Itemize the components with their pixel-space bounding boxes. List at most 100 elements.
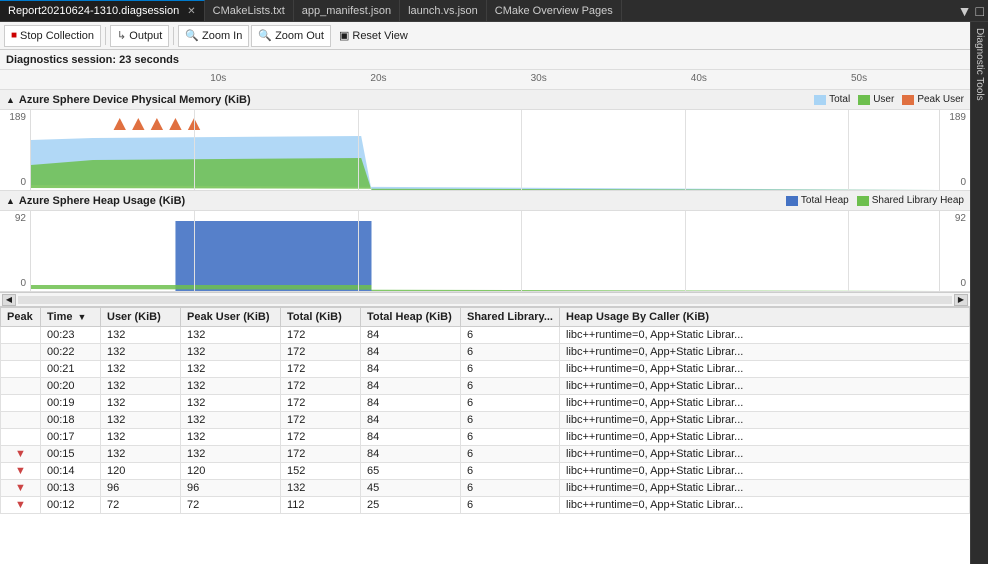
table-row: 00:21132132172846libc++runtime=0, App+St… (1, 361, 970, 378)
scroll-right-button[interactable]: ▶ (954, 294, 968, 306)
cell-user: 132 (101, 327, 181, 344)
cell-time: 00:20 (41, 378, 101, 395)
reset-view-icon: ▣ (339, 29, 349, 42)
chart-heap-usage: ▲ Azure Sphere Heap Usage (KiB) Total He… (0, 191, 970, 292)
stop-collection-button[interactable]: ■ Stop Collection (4, 25, 101, 47)
chart1-canvas[interactable] (30, 110, 940, 190)
col-header-total-heap[interactable]: Total Heap (KiB) (361, 308, 461, 327)
grid-line-h2 (358, 211, 359, 291)
cell-time: 00:15 (41, 446, 101, 463)
cell-total-heap: 84 (361, 327, 461, 344)
tab-label: CMakeLists.txt (213, 5, 285, 17)
table-row: ▼00:14120120152656libc++runtime=0, App+S… (1, 463, 970, 480)
chart1-collapse-button[interactable]: ▲ (6, 95, 15, 105)
cell-peak: ▼ (1, 463, 41, 480)
cell-total-heap: 84 (361, 395, 461, 412)
diagnostic-tools-sidebar: Diagnostic Tools (970, 22, 988, 564)
legend-item-peak-user: Peak User (902, 94, 964, 105)
cell-user: 72 (101, 497, 181, 514)
cell-time: 00:19 (41, 395, 101, 412)
cell-total: 172 (281, 361, 361, 378)
output-button[interactable]: ↳ Output (110, 25, 169, 47)
cell-user: 132 (101, 361, 181, 378)
tab-layout-button[interactable]: □ (976, 3, 984, 19)
cell-user: 132 (101, 412, 181, 429)
chart2-collapse-button[interactable]: ▲ (6, 196, 15, 206)
charts-area: 10s 20s 30s 40s 50s ▲ Azure Sphere Devic… (0, 70, 970, 307)
grid-line-h5 (848, 211, 849, 291)
col-header-total[interactable]: Total (KiB) (281, 308, 361, 327)
cell-heap-usage: libc++runtime=0, App+Static Librar... (560, 480, 970, 497)
cell-shared-lib: 6 (461, 480, 560, 497)
cell-total: 152 (281, 463, 361, 480)
chart2-y-axis-right: 92 0 (940, 211, 970, 291)
tab-cmake[interactable]: CMakeLists.txt (205, 0, 294, 21)
cell-peak-user: 132 (181, 378, 281, 395)
scroll-left-button[interactable]: ◀ (2, 294, 16, 306)
cell-total-heap: 84 (361, 412, 461, 429)
cell-peak (1, 412, 41, 429)
legend-label-shared-lib-heap: Shared Library Heap (872, 195, 964, 206)
col-header-heap-usage[interactable]: Heap Usage By Caller (KiB) (560, 308, 970, 327)
cell-peak: ▼ (1, 480, 41, 497)
legend-color-peak-user (902, 95, 914, 105)
table-row: 00:18132132172846libc++runtime=0, App+St… (1, 412, 970, 429)
legend-color-shared-lib-heap (857, 196, 869, 206)
scroll-track[interactable] (18, 296, 952, 304)
tab-label: launch.vs.json (408, 5, 478, 17)
col-header-time[interactable]: Time ▼ (41, 308, 101, 327)
zoom-in-label: Zoom In (202, 30, 242, 42)
chart2-body: 92 0 (0, 211, 970, 291)
chart2-canvas[interactable] (30, 211, 940, 291)
cell-total: 172 (281, 327, 361, 344)
zoom-in-button[interactable]: 🔍 Zoom In (178, 25, 249, 47)
tab-close-report[interactable]: ✕ (187, 6, 195, 17)
col-header-shared-lib[interactable]: Shared Library... (461, 308, 560, 327)
chart1-title-text: Azure Sphere Device Physical Memory (KiB… (19, 94, 251, 106)
output-icon: ↳ (117, 29, 126, 42)
col-header-peak-user[interactable]: Peak User (KiB) (181, 308, 281, 327)
cell-total: 172 (281, 395, 361, 412)
col-header-user[interactable]: User (KiB) (101, 308, 181, 327)
cell-time: 00:23 (41, 327, 101, 344)
cell-peak-user: 132 (181, 327, 281, 344)
chart-scrollbar[interactable]: ◀ ▶ (0, 292, 970, 306)
ruler-tick-40s: 40s (691, 73, 707, 84)
legend-color-total (814, 95, 826, 105)
grid-line-4 (685, 110, 686, 190)
data-table: Peak Time ▼ User (KiB) Peak User (KiB) T… (0, 307, 970, 514)
cell-peak-user: 72 (181, 497, 281, 514)
cell-peak: ▼ (1, 446, 41, 463)
cell-peak (1, 344, 41, 361)
tab-report[interactable]: Report20210624-1310.diagsession ✕ (0, 0, 205, 21)
ruler-tick-20s: 20s (370, 73, 386, 84)
stop-icon: ■ (11, 30, 17, 41)
chart2-title: ▲ Azure Sphere Heap Usage (KiB) (6, 195, 185, 207)
cell-shared-lib: 6 (461, 361, 560, 378)
reset-view-button[interactable]: ▣ Reset View (333, 25, 414, 47)
chart2-y-axis: 92 0 (0, 211, 30, 291)
chart-physical-memory: ▲ Azure Sphere Device Physical Memory (K… (0, 90, 970, 191)
col-header-peak[interactable]: Peak (1, 308, 41, 327)
chart1-title: ▲ Azure Sphere Device Physical Memory (K… (6, 94, 251, 106)
cell-peak-user: 96 (181, 480, 281, 497)
cell-total-heap: 84 (361, 344, 461, 361)
ruler-tick-50s: 50s (851, 73, 867, 84)
zoom-out-button[interactable]: 🔍 Zoom Out (251, 25, 331, 47)
cell-peak-user: 132 (181, 395, 281, 412)
tab-manifest[interactable]: app_manifest.json (294, 0, 400, 21)
chart2-svg (31, 211, 939, 291)
cell-total-heap: 25 (361, 497, 461, 514)
tab-overflow-button[interactable]: ▼ (958, 3, 972, 19)
output-label: Output (129, 30, 162, 42)
chart2-legend: Total Heap Shared Library Heap (786, 195, 964, 206)
grid-line-5 (848, 110, 849, 190)
zoom-in-icon: 🔍 (185, 29, 199, 42)
tab-overview[interactable]: CMake Overview Pages (487, 0, 622, 21)
table-row: 00:22132132172846libc++runtime=0, App+St… (1, 344, 970, 361)
table-scroll-wrapper[interactable]: Peak Time ▼ User (KiB) Peak User (KiB) T… (0, 307, 970, 564)
table-row: 00:17132132172846libc++runtime=0, App+St… (1, 429, 970, 446)
cell-shared-lib: 6 (461, 327, 560, 344)
cell-time: 00:14 (41, 463, 101, 480)
tab-launch[interactable]: launch.vs.json (400, 0, 487, 21)
